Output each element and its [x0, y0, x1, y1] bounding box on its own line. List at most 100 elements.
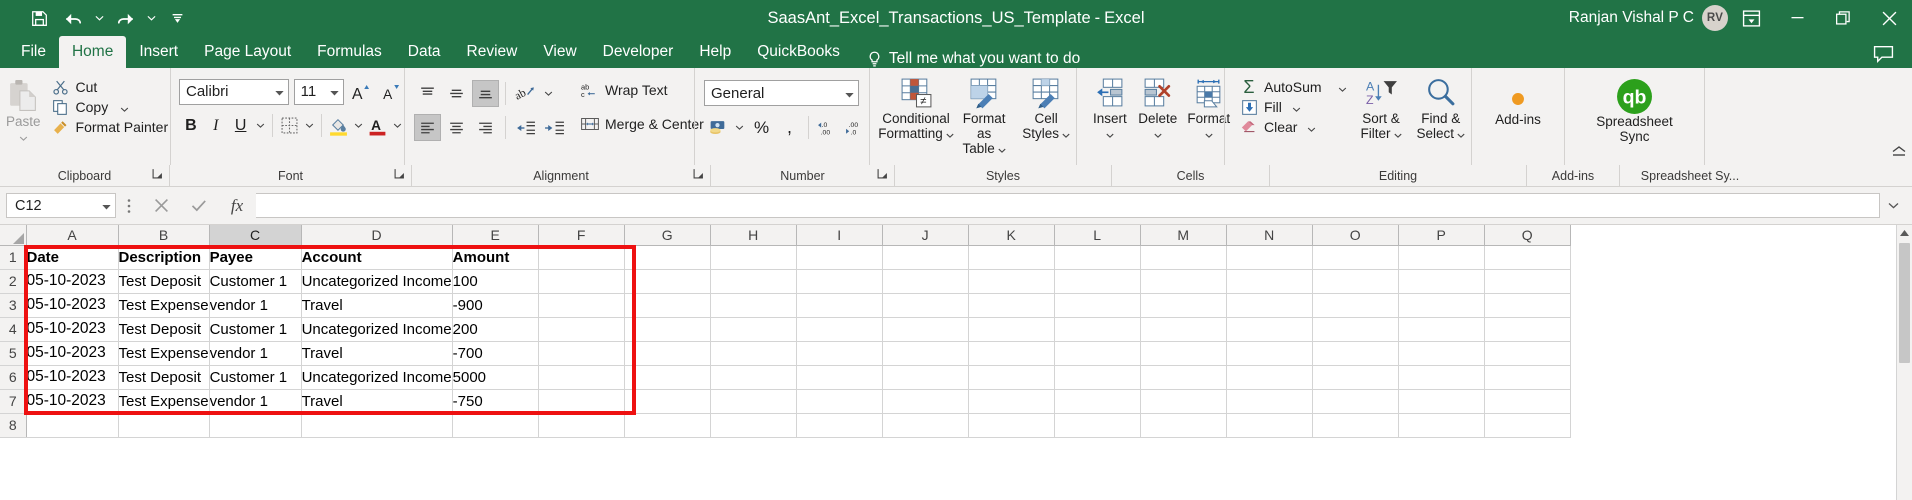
cell-A3[interactable]: 05-10-2023 — [26, 293, 119, 318]
cell-P3[interactable] — [1398, 293, 1485, 318]
cell-O3[interactable] — [1312, 293, 1399, 318]
conditional-formatting-button[interactable]: ≠ Conditional Formatting — [878, 72, 954, 165]
restore-button[interactable] — [1820, 0, 1866, 36]
cell-E2[interactable]: 100 — [452, 269, 539, 294]
cell-G5[interactable] — [624, 341, 711, 366]
fill-color-button[interactable] — [327, 112, 351, 139]
row-header-4[interactable]: 4 — [0, 317, 27, 342]
decrease-decimal-button[interactable]: .00.0 — [842, 114, 869, 141]
cell-J8[interactable] — [882, 413, 969, 438]
cell-I4[interactable] — [796, 317, 883, 342]
collapse-ribbon-icon[interactable] — [1892, 143, 1906, 161]
table-row[interactable]: 1 Date Description Payee Account Amount — [0, 245, 1571, 270]
cell-I2[interactable] — [796, 269, 883, 294]
borders-button[interactable] — [278, 112, 302, 139]
comments-icon[interactable] — [1873, 45, 1894, 68]
cell-G8[interactable] — [624, 413, 711, 438]
cell-M1[interactable] — [1140, 245, 1227, 270]
column-header-M[interactable]: M — [1140, 225, 1227, 246]
cell-E8[interactable] — [452, 413, 539, 438]
middle-align-button[interactable] — [443, 80, 470, 107]
font-dialog-launcher-icon[interactable] — [394, 168, 405, 182]
clipboard-dialog-launcher-icon[interactable] — [152, 168, 163, 182]
cell-L4[interactable] — [1054, 317, 1141, 342]
ribbon-display-options-icon[interactable] — [1728, 0, 1774, 36]
cell-H1[interactable] — [710, 245, 797, 270]
cell-G6[interactable] — [624, 365, 711, 390]
column-header-A[interactable]: A — [26, 225, 119, 246]
row-header-2[interactable]: 2 — [0, 269, 27, 294]
cell-A6[interactable]: 05-10-2023 — [26, 365, 119, 390]
cell-O6[interactable] — [1312, 365, 1399, 390]
worksheet-grid[interactable]: A B C D E F G H I J K L M N O P Q 1 Date… — [0, 225, 1912, 500]
cell-G7[interactable] — [624, 389, 711, 414]
font-name-select[interactable]: Calibri — [179, 78, 289, 105]
column-header-Q[interactable]: Q — [1484, 225, 1571, 246]
cell-C7[interactable]: vendor 1 — [209, 389, 302, 414]
column-header-N[interactable]: N — [1226, 225, 1313, 246]
tab-data[interactable]: Data — [395, 36, 454, 68]
fill-color-dropdown-icon[interactable] — [352, 112, 365, 139]
cell-I6[interactable] — [796, 365, 883, 390]
column-header-F[interactable]: F — [538, 225, 625, 246]
cell-D5[interactable]: Travel — [301, 341, 453, 366]
column-header-J[interactable]: J — [882, 225, 969, 246]
tab-quickbooks[interactable]: QuickBooks — [744, 36, 853, 68]
cell-N7[interactable] — [1226, 389, 1313, 414]
redo-dropdown-icon[interactable] — [142, 4, 160, 32]
tab-file[interactable]: File — [8, 36, 59, 68]
table-row[interactable]: 8 — [0, 413, 1571, 438]
accounting-dropdown-icon[interactable] — [732, 114, 747, 141]
font-color-button[interactable]: A — [366, 112, 390, 139]
find-select-button[interactable]: Find & Select — [1410, 72, 1471, 165]
cell-L2[interactable] — [1054, 269, 1141, 294]
cell-Q7[interactable] — [1484, 389, 1571, 414]
cell-H8[interactable] — [710, 413, 797, 438]
fill-dropdown-icon[interactable] — [1292, 99, 1301, 115]
cell-P6[interactable] — [1398, 365, 1485, 390]
cell-M4[interactable] — [1140, 317, 1227, 342]
column-header-P[interactable]: P — [1398, 225, 1485, 246]
orientation-button[interactable]: ab — [512, 80, 539, 107]
cell-F3[interactable] — [538, 293, 625, 318]
cell-A7[interactable]: 05-10-2023 — [26, 389, 119, 414]
cell-D6[interactable]: Uncategorized Income — [301, 365, 453, 390]
accounting-format-button[interactable] — [704, 114, 731, 141]
cell-Q4[interactable] — [1484, 317, 1571, 342]
cell-B2[interactable]: Test Deposit — [118, 269, 210, 294]
underline-dropdown-icon[interactable] — [254, 112, 267, 139]
cell-E6[interactable]: 5000 — [452, 365, 539, 390]
cell-L8[interactable] — [1054, 413, 1141, 438]
cell-C5[interactable]: vendor 1 — [209, 341, 302, 366]
cell-K3[interactable] — [968, 293, 1055, 318]
column-header-I[interactable]: I — [796, 225, 883, 246]
undo-icon[interactable] — [56, 4, 90, 32]
cell-C6[interactable]: Customer 1 — [209, 365, 302, 390]
fill-button[interactable]: Fill — [1235, 97, 1352, 117]
cell-A8[interactable] — [26, 413, 119, 438]
number-dialog-launcher-icon[interactable] — [877, 168, 888, 182]
cell-E1[interactable]: Amount — [452, 245, 539, 270]
cell-C3[interactable]: vendor 1 — [209, 293, 302, 318]
cell-L7[interactable] — [1054, 389, 1141, 414]
format-as-table-button[interactable]: Format as Table — [952, 72, 1016, 165]
cell-A1[interactable]: Date — [26, 245, 119, 270]
customize-quick-access-icon[interactable] — [160, 4, 194, 32]
cell-B3[interactable]: Test Expense — [118, 293, 210, 318]
bold-button[interactable]: B — [179, 112, 203, 139]
cell-B1[interactable]: Description — [118, 245, 210, 270]
cell-B7[interactable]: Test Expense — [118, 389, 210, 414]
cell-B8[interactable] — [118, 413, 210, 438]
borders-dropdown-icon[interactable] — [303, 112, 316, 139]
orientation-dropdown-icon[interactable] — [541, 80, 556, 107]
cell-K5[interactable] — [968, 341, 1055, 366]
align-left-button[interactable] — [414, 114, 441, 141]
table-row[interactable]: 5 05-10-2023 Test Expense vendor 1 Trave… — [0, 341, 1571, 366]
cell-N1[interactable] — [1226, 245, 1313, 270]
cell-A2[interactable]: 05-10-2023 — [26, 269, 119, 294]
cell-J4[interactable] — [882, 317, 969, 342]
cell-O8[interactable] — [1312, 413, 1399, 438]
cell-M3[interactable] — [1140, 293, 1227, 318]
cell-P4[interactable] — [1398, 317, 1485, 342]
cell-K7[interactable] — [968, 389, 1055, 414]
